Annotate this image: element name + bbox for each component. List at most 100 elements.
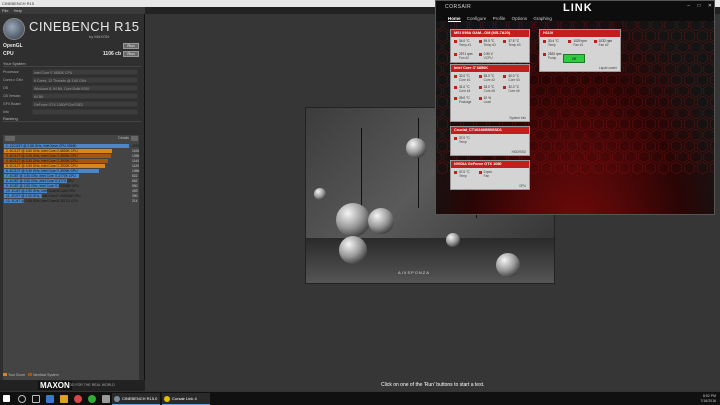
ranking-row[interactable]: 12. 2C/4T @ 1.60 GHz, Intel Core i5-3317… (4, 199, 138, 203)
hex-cell (651, 21, 663, 32)
hex-cell (560, 150, 572, 164)
sensor-status-icon (593, 40, 597, 43)
hex-cell (436, 21, 442, 32)
opengl-run-button[interactable]: Run (123, 43, 139, 49)
task-view-icon[interactable] (32, 395, 40, 403)
hex-cell (684, 29, 696, 43)
ranking-score: 453 (132, 189, 138, 193)
hex-cell (696, 29, 709, 43)
taskbar-cinebench[interactable]: CINEBENCH R15.0 (112, 393, 160, 405)
hex-cell (664, 40, 676, 54)
cinebench-logo-by: by MAXON (89, 34, 110, 39)
ssd-card[interactable]: Crucial_CT1024M550SSD1 HDD/SSD 37.0 °C Te… (450, 126, 530, 156)
system-info-row: OS Windows 8, 64 Bit, Core Build 9200 (3, 85, 139, 92)
nav-configure[interactable]: Configure (467, 16, 487, 21)
ranking-row[interactable]: 2. 6C/12T @ 3.60 GHz, Intel Core i7-6850… (4, 149, 139, 153)
hex-cell (436, 95, 448, 109)
hex-cell (547, 84, 559, 98)
browser-icon[interactable] (74, 395, 82, 403)
nav-home[interactable]: Home (448, 16, 461, 22)
nav-graphing[interactable]: Graphing (533, 16, 552, 21)
search-icon[interactable] (18, 395, 26, 403)
hex-cell (606, 117, 617, 131)
ranking-row[interactable]: 6. 6C/12T @ 3.30 GHz, Intel Core i7-3930… (4, 169, 139, 173)
ranking-row[interactable]: 11. 4C/4T @ 2.00 GHz, Intel Core i7-2630… (4, 194, 138, 198)
hex-cell (664, 106, 676, 120)
hex-cell (554, 95, 565, 109)
hex-cell (612, 150, 624, 164)
hex-cell (619, 95, 630, 109)
hex-cell (690, 40, 702, 54)
cpu-card[interactable]: Intel Core i7 6850K System info 32.0 °C C… (450, 64, 530, 122)
cpu-run-button[interactable]: Run (123, 51, 139, 57)
ranking-select[interactable] (5, 136, 15, 141)
hex-cell (671, 73, 682, 87)
ranking-label: 5. 6C/12T @ 3.50 GHz, Intel Core i7-3930… (6, 164, 78, 168)
ranking-row[interactable]: 5. 6C/12T @ 3.50 GHz, Intel Core i7-3930… (4, 164, 139, 168)
sensor-status-icon (543, 53, 546, 56)
hex-cell (658, 139, 669, 153)
app-icon[interactable] (102, 395, 110, 403)
cooler-card[interactable]: H110i Off Liquid cooler 30.4 °C Temp 1029 … (539, 29, 621, 72)
ranking-row[interactable]: 7. 4C/8T @ 3.40 GHz, Intel Core i7-4770K… (4, 174, 138, 178)
edge-icon[interactable] (46, 395, 54, 403)
render-sphere (406, 138, 426, 158)
pump-mode-button[interactable]: Off (563, 54, 585, 63)
ranking-label: 10. 4C/4T @ 2.50 GHz, Intel Core i5-2400… (6, 189, 76, 193)
close-icon[interactable]: ✕ (708, 3, 712, 9)
sensor-status-icon (454, 137, 457, 140)
hex-cell (567, 95, 578, 109)
start-icon[interactable] (3, 395, 10, 402)
hex-cell (436, 40, 442, 54)
hex-cell (664, 84, 676, 98)
hex-cell (632, 29, 643, 43)
ranking-row[interactable]: 4. 6C/12T @ 3.30 GHz, Intel Core i7-3930… (4, 159, 139, 163)
nav-options[interactable]: Options (512, 16, 528, 21)
system-info-key: Processor (3, 70, 19, 74)
ranking-row[interactable]: 1. 12C/24T @ 2.66 GHz, Intel Xeon CPU X5… (4, 144, 139, 148)
ranking-details-button[interactable] (131, 136, 138, 141)
system-info-value: Intel Core i7 6850K CPU (32, 69, 138, 75)
ranking-score: 390 (132, 194, 138, 198)
ranking-row[interactable]: 8. 4C/8T @ 3.50 GHz, Intel Core i7-3770 … (4, 179, 138, 183)
legend-your-score-swatch (3, 373, 7, 376)
maximize-icon[interactable]: □ (697, 3, 700, 9)
nav-profile[interactable]: Profile (493, 16, 506, 21)
sensor-status-icon (503, 40, 507, 43)
hex-cell (586, 106, 598, 120)
sensor-status-icon (568, 40, 572, 43)
hex-cell (684, 161, 696, 175)
menu-file[interactable]: File (2, 8, 8, 13)
sensor-status-icon (454, 97, 457, 100)
sensor-status-icon (454, 171, 457, 174)
system-tray-clock[interactable]: 8:52 PM 7/16/2016 (700, 394, 716, 404)
ssd-card-title: Crucial_CT1024M550SSD1 (451, 127, 529, 134)
explorer-icon[interactable] (60, 395, 68, 403)
minimize-icon[interactable]: – (687, 3, 690, 9)
taskbar-corsair-link[interactable]: Corsair Link 4 (162, 393, 210, 405)
chrome-icon[interactable] (88, 395, 96, 403)
ranking-row[interactable]: 10. 4C/4T @ 2.50 GHz, Intel Core i5-2400… (4, 189, 138, 193)
corsair-app-icon (164, 396, 170, 402)
hex-cell (703, 40, 714, 54)
hex-cell (709, 74, 714, 86)
ranking-label: 4. 6C/12T @ 3.30 GHz, Intel Core i7-3930… (6, 159, 78, 163)
motherboard-card[interactable]: MSI X99A GAM...OM (MS-7A20) 34.0 °C Temp … (450, 29, 530, 63)
gpu-card-footer: GPU (519, 184, 526, 188)
hex-cell (677, 40, 689, 54)
gpu-card[interactable]: NVIDIA GeForce GTX 1080 GPU 37.0 °C Temp 0… (450, 160, 530, 190)
sensor-name: Core #4 (459, 89, 471, 93)
sensor-name: Core #2 (483, 78, 495, 82)
sensor-name: Core #1 (459, 78, 471, 82)
system-info-key: Cores x GHz (3, 78, 24, 82)
hex-cell (612, 84, 624, 98)
ranking-row[interactable]: 9. 4C/8T @ 2.60 GHz, Intel Core i7-3720Q… (4, 184, 138, 188)
sensor-name: Temp (548, 43, 556, 47)
hex-cell (671, 95, 682, 109)
hex-cell (599, 128, 611, 142)
hex-cell (638, 128, 650, 142)
cinebench-menubar: File Help (0, 7, 145, 14)
ranking-row[interactable]: 3. 6C/12T @ 3.30 GHz, Intel Core i7-3930… (4, 154, 139, 158)
menu-help[interactable]: Help (14, 8, 22, 13)
hex-cell (554, 139, 565, 153)
